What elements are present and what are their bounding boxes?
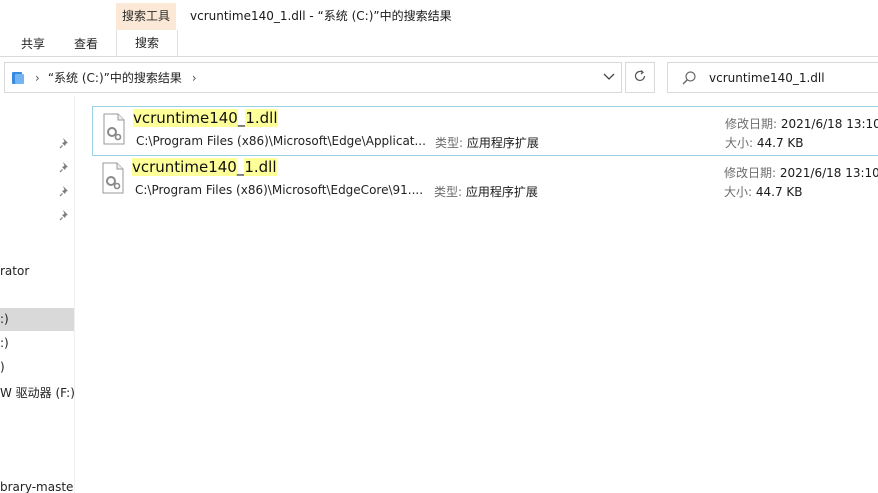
pin-icon[interactable] [58, 160, 72, 174]
chevron-right-icon[interactable]: › [192, 71, 197, 85]
nav-item-library[interactable]: brary-maste [0, 480, 73, 493]
pin-icon[interactable] [58, 136, 72, 150]
file-size: 大小: 44.7 KB [724, 185, 803, 199]
refresh-button[interactable] [625, 62, 655, 93]
chevron-right-icon[interactable]: › [35, 71, 40, 85]
context-tab-search-tools[interactable]: 搜索工具 [116, 3, 176, 30]
breadcrumb[interactable]: “系统 (C:)”中的搜索结果 [48, 69, 182, 86]
search-query[interactable]: vcruntime140_1.dll [709, 71, 825, 85]
tab-view[interactable]: 查看 [74, 35, 98, 52]
window-title: vcruntime140_1.dll - “系统 (C:)”中的搜索结果 [190, 9, 452, 23]
dll-file-icon [101, 113, 127, 145]
nav-item-drive[interactable]: ) [0, 360, 5, 374]
search-input[interactable]: vcruntime140_1.dll [667, 62, 878, 93]
nav-item-drive[interactable]: :) [0, 336, 9, 350]
refresh-icon [633, 69, 647, 87]
file-path: C:\Program Files (x86)\Microsoft\Edge\Ap… [136, 134, 426, 148]
file-type: 类型: 应用程序扩展 [434, 185, 538, 199]
file-modified-date: 修改日期: 2021/6/18 13:10 [725, 117, 878, 131]
dll-file-icon [100, 162, 126, 194]
address-bar[interactable]: › “系统 (C:)”中的搜索结果 › [4, 62, 622, 93]
file-name[interactable]: vcruntime140_1.dll [132, 158, 277, 176]
nav-item-drive-c[interactable]: :) [0, 308, 74, 331]
navigation-pane: rator :) :) ) W 驱动器 (F:) brary-maste [0, 96, 75, 493]
file-size: 大小: 44.7 KB [725, 136, 804, 150]
folder-icon [11, 71, 25, 85]
tab-search[interactable]: 搜索 [116, 30, 178, 57]
nav-item-user[interactable]: rator [0, 264, 29, 278]
chevron-down-icon[interactable] [601, 69, 617, 85]
ribbon-divider [0, 56, 878, 57]
pin-icon[interactable] [58, 208, 72, 222]
file-type: 类型: 应用程序扩展 [435, 136, 539, 150]
pin-icon[interactable] [58, 184, 72, 198]
search-result-item[interactable]: vcruntime140_1.dll C:\Program Files (x86… [92, 106, 878, 156]
search-result-item[interactable]: vcruntime140_1.dll C:\Program Files (x86… [92, 156, 878, 206]
file-modified-date: 修改日期: 2021/6/18 13:10 [724, 166, 878, 180]
file-name[interactable]: vcruntime140_1.dll [133, 109, 278, 127]
search-icon [681, 70, 697, 86]
tab-share[interactable]: 共享 [21, 35, 45, 52]
file-path: C:\Program Files (x86)\Microsoft\EdgeCor… [135, 183, 424, 197]
nav-item-drive-f[interactable]: W 驱动器 (F:) [0, 384, 75, 401]
